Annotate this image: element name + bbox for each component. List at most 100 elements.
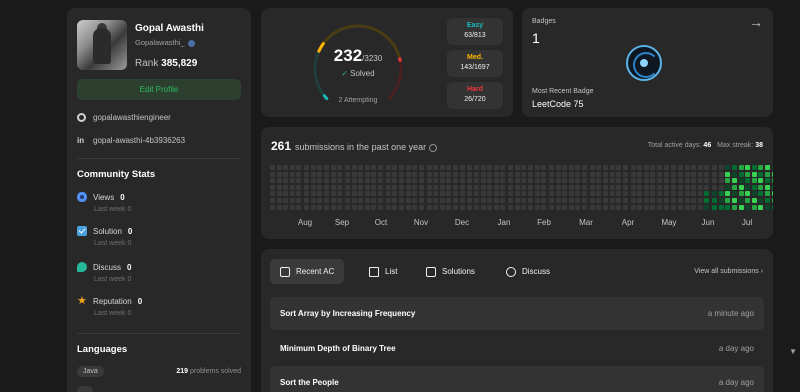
heatmap-cell[interactable] — [453, 191, 458, 197]
heatmap-cell[interactable] — [751, 178, 757, 184]
heatmap-cell[interactable] — [771, 204, 773, 210]
heatmap-cell[interactable] — [589, 171, 595, 177]
heatmap-cell[interactable] — [528, 184, 533, 190]
heatmap-cell[interactable] — [493, 178, 499, 184]
heatmap-cell[interactable] — [371, 198, 377, 203]
heatmap-cell[interactable] — [378, 204, 383, 210]
heatmap-cell[interactable] — [364, 204, 370, 210]
heatmap-cell[interactable] — [637, 165, 643, 170]
heatmap-cell[interactable] — [337, 184, 343, 190]
heatmap-cell[interactable] — [317, 178, 323, 184]
heatmap-cell[interactable] — [351, 184, 357, 190]
heatmap-cell[interactable] — [330, 171, 336, 177]
heatmap-cell[interactable] — [459, 204, 465, 210]
heatmap-cell[interactable] — [582, 165, 587, 170]
heatmap-cell[interactable] — [528, 171, 533, 177]
heatmap-cell[interactable] — [562, 171, 568, 177]
heatmap-cell[interactable] — [589, 198, 595, 203]
heatmap-cell[interactable] — [697, 165, 703, 170]
heatmap-cell[interactable] — [678, 198, 683, 203]
heatmap-cell[interactable] — [453, 165, 458, 170]
heatmap-cell[interactable] — [474, 184, 479, 190]
heatmap-cell[interactable] — [697, 191, 703, 197]
heatmap-cell[interactable] — [459, 171, 465, 177]
heatmap-cell[interactable] — [508, 198, 514, 203]
heatmap-cell[interactable] — [412, 204, 418, 210]
heatmap-cell[interactable] — [412, 165, 418, 170]
heatmap-cell[interactable] — [345, 184, 350, 190]
heatmap-cell[interactable] — [304, 191, 310, 197]
heatmap-cell[interactable] — [549, 171, 554, 177]
heatmap-cell[interactable] — [283, 165, 289, 170]
heatmap-cell[interactable] — [657, 165, 662, 170]
heatmap-cell[interactable] — [765, 198, 770, 203]
heatmap-cell[interactable] — [385, 191, 391, 197]
heatmap-cell[interactable] — [704, 191, 710, 197]
heatmap-cell[interactable] — [568, 165, 574, 170]
heatmap-cell[interactable] — [324, 184, 329, 190]
heatmap-cell[interactable] — [712, 184, 718, 190]
heatmap-cell[interactable] — [392, 198, 398, 203]
scrollbar-down-arrow[interactable]: ▼ — [789, 347, 797, 356]
heatmap-cell[interactable] — [534, 165, 540, 170]
heatmap-cell[interactable] — [385, 171, 391, 177]
heatmap-cell[interactable] — [418, 204, 424, 210]
heatmap-cell[interactable] — [296, 204, 302, 210]
heatmap-cell[interactable] — [310, 178, 316, 184]
heatmap-cell[interactable] — [663, 184, 669, 190]
heatmap-cell[interactable] — [304, 171, 310, 177]
heatmap-cell[interactable] — [657, 204, 662, 210]
heatmap-cell[interactable] — [725, 204, 731, 210]
heatmap-cell[interactable] — [541, 198, 547, 203]
heatmap-cell[interactable] — [732, 178, 737, 184]
heatmap-cell[interactable] — [603, 191, 608, 197]
heatmap-cell[interactable] — [765, 204, 770, 210]
heatmap-cell[interactable] — [514, 171, 520, 177]
heatmap-cell[interactable] — [630, 184, 636, 190]
heatmap-cell[interactable] — [622, 184, 628, 190]
heatmap-cell[interactable] — [671, 171, 677, 177]
heatmap-cell[interactable] — [453, 171, 458, 177]
heatmap-cell[interactable] — [474, 171, 479, 177]
heatmap-cell[interactable] — [399, 184, 404, 190]
view-all-submissions-link[interactable]: View all submissions › — [694, 268, 763, 275]
heatmap-cell[interactable] — [399, 171, 404, 177]
heatmap-cell[interactable] — [718, 178, 724, 184]
heatmap-cell[interactable] — [385, 198, 391, 203]
heatmap-cell[interactable] — [270, 171, 275, 177]
heatmap-cell[interactable] — [358, 191, 364, 197]
heatmap-cell[interactable] — [514, 184, 520, 190]
heatmap-cell[interactable] — [480, 204, 486, 210]
heatmap-cell[interactable] — [493, 204, 499, 210]
heatmap-cell[interactable] — [493, 184, 499, 190]
heatmap-cell[interactable] — [582, 171, 587, 177]
heatmap-cell[interactable] — [358, 171, 364, 177]
heatmap-cell[interactable] — [330, 184, 336, 190]
heatmap-cell[interactable] — [378, 171, 383, 177]
heatmap-cell[interactable] — [562, 198, 568, 203]
heatmap-cell[interactable] — [508, 178, 514, 184]
heatmap-cell[interactable] — [324, 171, 329, 177]
heatmap-cell[interactable] — [399, 204, 404, 210]
heatmap-cell[interactable] — [364, 191, 370, 197]
heatmap-cell[interactable] — [758, 191, 764, 197]
heatmap-cell[interactable] — [399, 198, 404, 203]
heatmap-cell[interactable] — [738, 204, 744, 210]
heatmap-cell[interactable] — [630, 178, 636, 184]
heatmap-cell[interactable] — [562, 178, 568, 184]
heatmap-cell[interactable] — [534, 204, 540, 210]
heatmap-cell[interactable] — [616, 198, 622, 203]
heatmap-cell[interactable] — [317, 165, 323, 170]
heatmap-cell[interactable] — [549, 198, 554, 203]
heatmap-cell[interactable] — [508, 204, 514, 210]
heatmap-cell[interactable] — [704, 178, 710, 184]
heatmap-cell[interactable] — [691, 165, 697, 170]
heatmap-cell[interactable] — [732, 191, 737, 197]
heatmap-cell[interactable] — [514, 191, 520, 197]
heatmap-cell[interactable] — [745, 171, 751, 177]
heatmap-cell[interactable] — [270, 191, 275, 197]
heatmap-cell[interactable] — [657, 178, 662, 184]
heatmap-cell[interactable] — [541, 171, 547, 177]
heatmap-cell[interactable] — [500, 171, 506, 177]
heatmap-cell[interactable] — [433, 171, 439, 177]
